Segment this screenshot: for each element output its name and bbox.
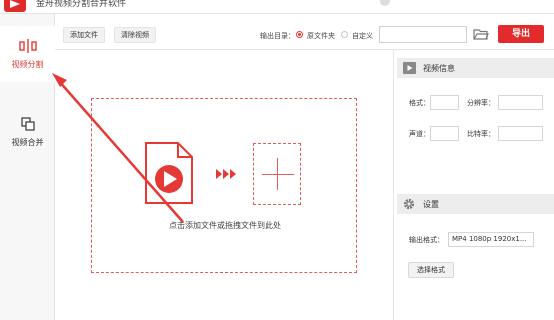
panel-divider: [393, 50, 394, 320]
format-field: [430, 95, 459, 110]
add-file-button[interactable]: 添加文件: [63, 27, 105, 43]
bitrate-label: 比特率：: [467, 130, 495, 138]
gear-icon: [403, 198, 415, 212]
clear-video-button[interactable]: 清除视频: [114, 27, 156, 43]
radio-source-folder-label[interactable]: 原文件夹: [307, 31, 335, 41]
output-dir-label: 输出目录：: [260, 32, 295, 40]
app-logo: [4, 0, 26, 12]
merge-icon: [20, 116, 35, 133]
toolbar: 添加文件 清除视频 输出目录： 原文件夹 自定义 导出: [55, 24, 554, 48]
choose-format-button[interactable]: 选择格式: [408, 262, 454, 278]
sidebar-item-label: 视频合并: [11, 137, 44, 147]
triple-arrow-icon: [216, 169, 238, 181]
radio-custom-label[interactable]: 自定义: [352, 31, 373, 41]
sidebar-item-label: 视频分割: [11, 59, 44, 69]
settings-title: 设置: [423, 200, 439, 209]
play-icon: [403, 62, 416, 76]
folder-icon[interactable]: [473, 27, 489, 43]
channel-field: [430, 126, 459, 141]
sidebar-item-video-split[interactable]: 视频分割: [0, 26, 55, 82]
settings-header: 设置: [397, 194, 554, 214]
output-format-field[interactable]: MP4 1080p 1920x1...: [448, 232, 534, 247]
resolution-field: [498, 95, 543, 110]
title-bar: 金舟视频分割合并软件: [0, 0, 554, 14]
sidebar: 视频分割 视频合并: [0, 14, 55, 320]
output-path-input[interactable]: [379, 26, 467, 43]
channel-label: 声道：: [409, 130, 430, 138]
video-file-icon: [144, 141, 194, 207]
drop-hint-text: 点击添加文件或拖拽文件到此处: [169, 221, 281, 230]
video-info-header: 视频信息: [397, 58, 554, 78]
app-title: 金舟视频分割合并软件: [36, 0, 127, 9]
split-icon: [18, 38, 37, 55]
add-plus-icon[interactable]: [253, 143, 301, 205]
resolution-label: 分辨率：: [467, 99, 495, 107]
file-drop-zone[interactable]: 点击添加文件或拖拽文件到此处: [91, 98, 357, 273]
titlebar-avatar[interactable]: [380, 0, 390, 6]
bitrate-field: [498, 126, 543, 141]
radio-custom[interactable]: [341, 31, 348, 38]
export-button[interactable]: 导出: [498, 25, 544, 43]
video-info-title: 视频信息: [423, 64, 455, 73]
toolbar-divider: [55, 49, 554, 50]
format-label: 格式：: [409, 99, 430, 107]
sidebar-item-video-merge[interactable]: 视频合并: [0, 104, 55, 160]
output-format-label: 输出格式：: [409, 236, 444, 244]
radio-source-folder[interactable]: [296, 31, 303, 38]
